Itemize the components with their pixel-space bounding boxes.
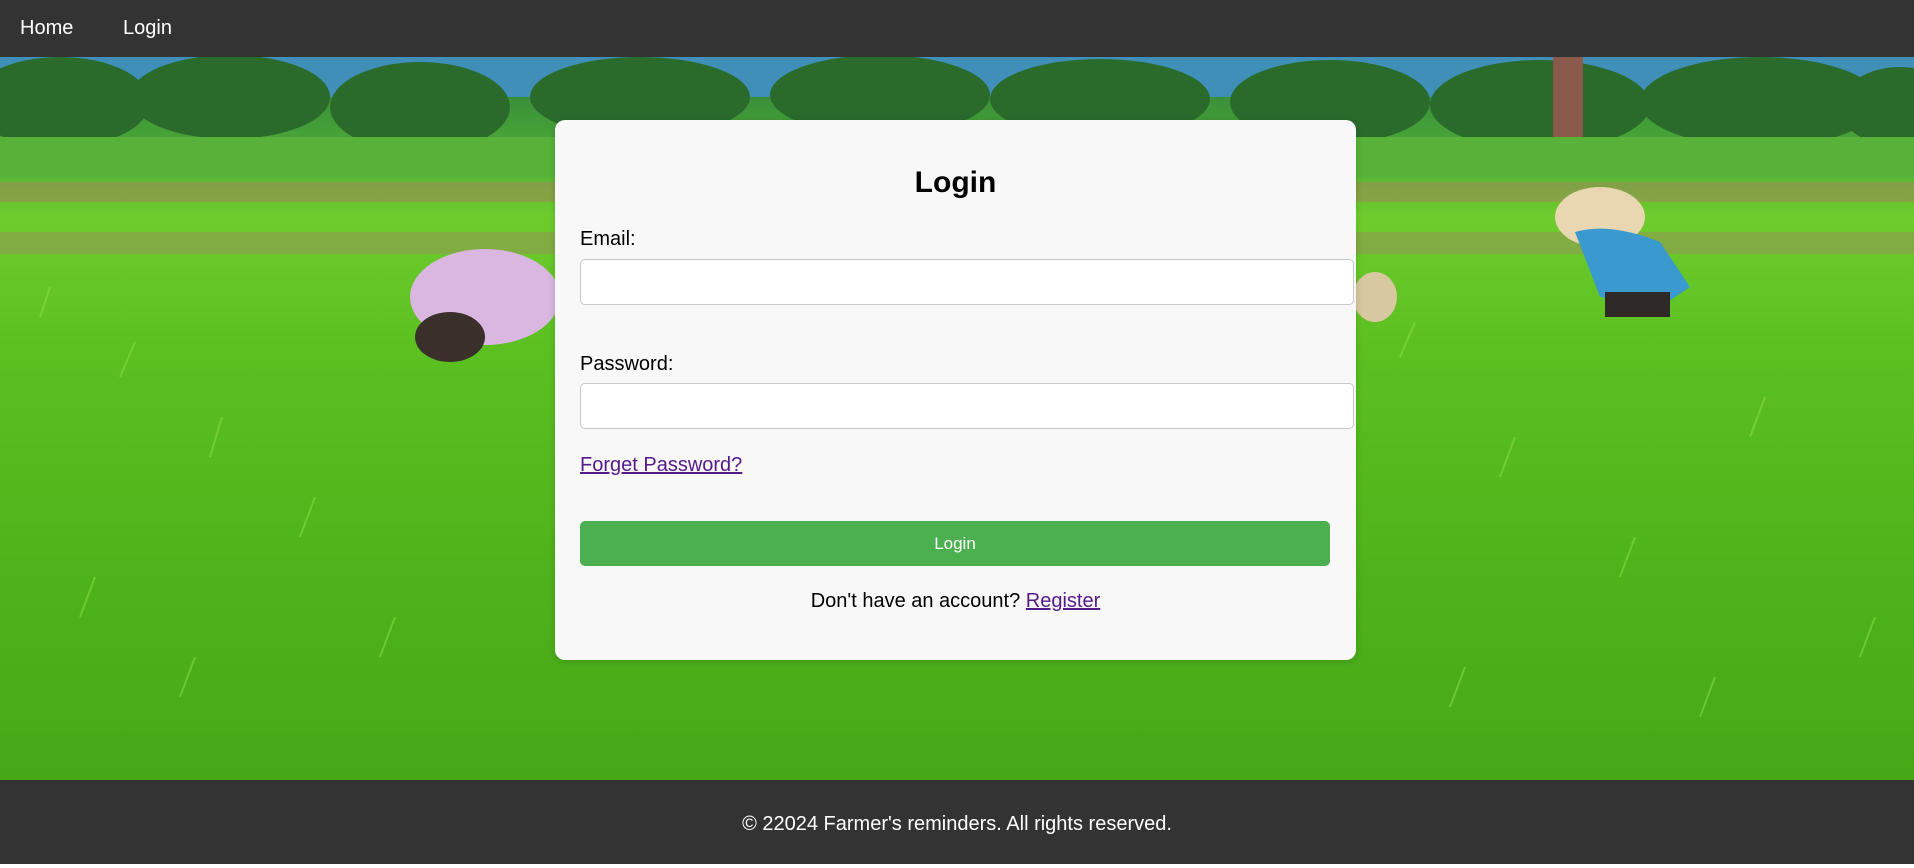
top-navbar: Home Login [0, 0, 1914, 57]
password-field[interactable] [580, 383, 1354, 429]
footer-copyright: © 22024 Farmer's reminders. All rights r… [742, 813, 1172, 835]
register-prompt-text: Don't have an account? [810, 590, 1021, 612]
login-title: Login [914, 166, 997, 199]
nav-link-home[interactable]: Home [20, 17, 73, 39]
forgot-password-link[interactable]: Forget Password? [580, 454, 742, 477]
login-card: Login Email: Password: Forget Password? … [555, 120, 1356, 660]
nav-link-login[interactable]: Login [123, 17, 172, 39]
password-label: Password: [580, 353, 674, 375]
register-prompt-row: Don't have an account? Register [555, 590, 1356, 613]
email-field[interactable] [580, 259, 1354, 305]
page-footer: © 22024 Farmer's reminders. All rights r… [0, 780, 1914, 864]
email-label: Email: [580, 228, 636, 250]
login-button[interactable]: Login [580, 521, 1330, 566]
register-link[interactable]: Register [1026, 590, 1100, 612]
